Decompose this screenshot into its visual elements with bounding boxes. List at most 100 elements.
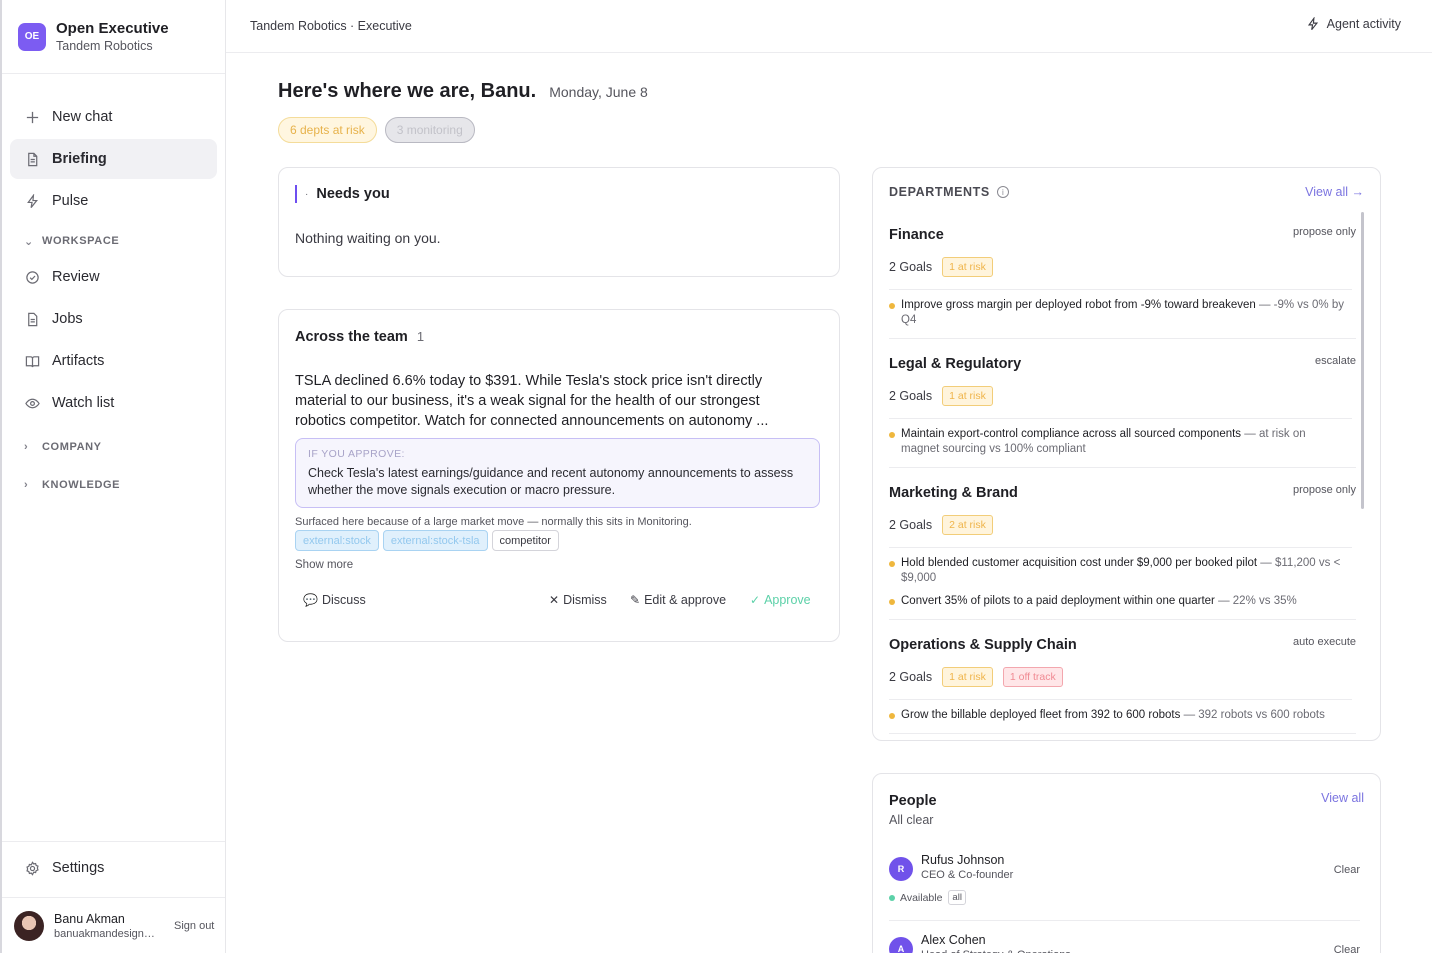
lightning-icon [24, 193, 40, 209]
user-profile: Banu Akman banuakmandesign@g... Sign out [2, 897, 225, 953]
department-row[interactable]: Legal & Regulatory escalate 2 Goals 1 at ri… [889, 351, 1356, 468]
departments-card: DEPARTMENTS i View all → Finance propose … [872, 167, 1381, 741]
status-badge: 2 at risk [942, 515, 993, 535]
divider [889, 920, 1360, 921]
departments-scrollbar[interactable] [1361, 212, 1364, 509]
lightning-icon [1307, 17, 1318, 31]
edit-approve-label: Edit & approve [644, 593, 727, 607]
sidebar-item-label: Artifacts [52, 353, 105, 369]
gear-icon [24, 860, 40, 876]
departments-view-all-link[interactable]: View all → [1305, 185, 1364, 199]
speech-bubble-icon: 💬 [303, 593, 318, 607]
dot-icon: · [305, 188, 309, 200]
department-name: Legal & Regulatory [889, 356, 1022, 372]
needs-you-body: Nothing waiting on you. [295, 230, 441, 246]
sidebar-item-artifacts[interactable]: Artifacts [10, 341, 217, 381]
dismiss-label: Dismiss [563, 593, 607, 607]
top-bar: Tandem Robotics · Executive Agent activi… [226, 0, 1432, 53]
sidebar-item-pulse[interactable]: Pulse [10, 181, 217, 221]
dismiss-button[interactable]: ✕ Dismiss [549, 593, 607, 607]
department-row[interactable]: Finance propose only 2 Goals 1 at risk Impro… [889, 222, 1356, 339]
monitoring-pill[interactable]: 3 monitoring [384, 117, 475, 143]
signal-actions: 💬 Discuss ✕ Dismiss ✎ Edit & approve ✓ A… [295, 593, 811, 611]
approve-proposal-box: IF YOU APPROVE: Check Tesla's latest ear… [295, 438, 820, 508]
goal-title: Improve gross margin per deployed robot … [901, 299, 1256, 311]
sidebar: OE Open Executive Tandem Robotics New ch… [0, 0, 226, 953]
signal-text: TSLA declined 6.6% today to $391. While … [295, 373, 769, 429]
status-pills: 6 depts at risk 3 monitoring [278, 117, 483, 143]
accent-bar [295, 185, 297, 203]
person-status: Clear [1333, 864, 1360, 876]
sidebar-item-label: Briefing [52, 151, 107, 167]
section-label: KNOWLEDGE [42, 479, 121, 491]
needs-you-title: Needs you [316, 186, 390, 202]
people-view-all-link[interactable]: View all [1321, 791, 1364, 805]
goals-count: 2 Goals [889, 389, 933, 403]
sidebar-item-new-chat[interactable]: New chat [10, 97, 217, 137]
department-row[interactable]: Marketing & Brand propose only 2 Goals 2 at… [889, 480, 1356, 620]
status-badge: 1 at risk [942, 667, 993, 687]
show-more-link[interactable]: Show more [295, 559, 353, 571]
goal-item[interactable]: Convert 35% of pilots to a paid deployme… [889, 594, 1356, 609]
department-mode: auto execute [1293, 636, 1356, 648]
avatar[interactable] [14, 910, 44, 941]
section-label: COMPANY [42, 441, 102, 453]
person-status: Clear [1333, 944, 1360, 953]
info-icon[interactable]: i [996, 186, 1009, 198]
breadcrumb: Tandem Robotics · Executive [250, 19, 412, 33]
goals-count: 2 Goals [889, 670, 933, 684]
goal-item[interactable]: Improve gross margin per deployed robot … [889, 298, 1356, 328]
goal-title: Maintain export-control compliance acros… [901, 428, 1242, 440]
department-name: Operations & Supply Chain [889, 637, 1077, 653]
avatar: R [889, 857, 913, 881]
status-dot-icon [889, 599, 895, 605]
tag-competitor[interactable]: competitor [491, 530, 559, 551]
sign-out-button[interactable]: Sign out [174, 920, 214, 932]
across-team-card: Across the team 1 TSLA declined 6.6% tod… [278, 309, 840, 642]
chevron-down-icon: ⌄ [24, 235, 34, 248]
across-team-title: Across the team [295, 329, 408, 345]
sidebar-item-briefing[interactable]: Briefing [10, 139, 217, 179]
brand[interactable]: OE Open Executive Tandem Robotics [2, 0, 225, 74]
divider [889, 547, 1352, 548]
agent-activity-button[interactable]: Agent activity [1306, 17, 1401, 31]
needs-you-card: · Needs you Nothing waiting on you. [278, 167, 840, 277]
section-workspace[interactable]: ⌄ WORKSPACE [10, 225, 217, 257]
sidebar-item-review[interactable]: Review [10, 257, 217, 297]
sidebar-item-jobs[interactable]: Jobs [10, 299, 217, 339]
people-title: People [889, 793, 937, 809]
pencil-icon: ✎ [630, 593, 641, 607]
approve-text: Check Tesla's latest earnings/guidance a… [308, 466, 794, 497]
department-row[interactable]: Operations & Supply Chain auto execute 2 G… [889, 632, 1356, 734]
section-knowledge[interactable]: › KNOWLEDGE [10, 469, 217, 501]
department-name: Finance [889, 227, 944, 243]
people-card: People All clear View all R Rufus Johnso… [872, 773, 1381, 953]
sidebar-item-watch-list[interactable]: Watch list [10, 383, 217, 423]
goal-progress: — 392 robots vs 600 robots [1180, 709, 1325, 721]
person-name: Alex Cohen [921, 933, 986, 947]
status-dot-icon [889, 713, 895, 719]
edit-approve-button[interactable]: ✎ Edit & approve [630, 593, 726, 607]
tag-external-stock[interactable]: external:stock [295, 530, 379, 551]
department-mode: propose only [1293, 484, 1356, 496]
approve-button[interactable]: ✓ Approve [750, 593, 811, 607]
sidebar-item-label: Watch list [52, 395, 115, 411]
depts-at-risk-pill[interactable]: 6 depts at risk [278, 117, 377, 143]
page-date: Monday, June 8 [549, 84, 648, 100]
people-subtitle: All clear [889, 813, 934, 827]
tag-external-stock-tsla[interactable]: external:stock-tsla [382, 530, 488, 551]
discuss-button[interactable]: 💬 Discuss [303, 593, 366, 607]
page-header: Here's where we are, Banu. Monday, June … [278, 80, 648, 103]
person-role: CEO & Co-founder [921, 869, 1014, 881]
section-company[interactable]: › COMPANY [10, 431, 217, 463]
chevron-right-icon: › [24, 441, 29, 453]
avatar: A [889, 937, 913, 953]
surfaced-reason: Surfaced here because of a large market … [295, 516, 692, 528]
sidebar-item-settings[interactable]: Settings [10, 848, 217, 888]
goal-item[interactable]: Hold blended customer acquisition cost u… [889, 556, 1356, 586]
divider [889, 418, 1352, 419]
goal-item[interactable]: Grow the billable deployed fleet from 39… [889, 708, 1356, 723]
status-dot-icon [889, 894, 895, 901]
person-role: Head of Strategy & Operations [921, 949, 1071, 953]
goal-item[interactable]: Maintain export-control compliance acros… [889, 427, 1356, 457]
